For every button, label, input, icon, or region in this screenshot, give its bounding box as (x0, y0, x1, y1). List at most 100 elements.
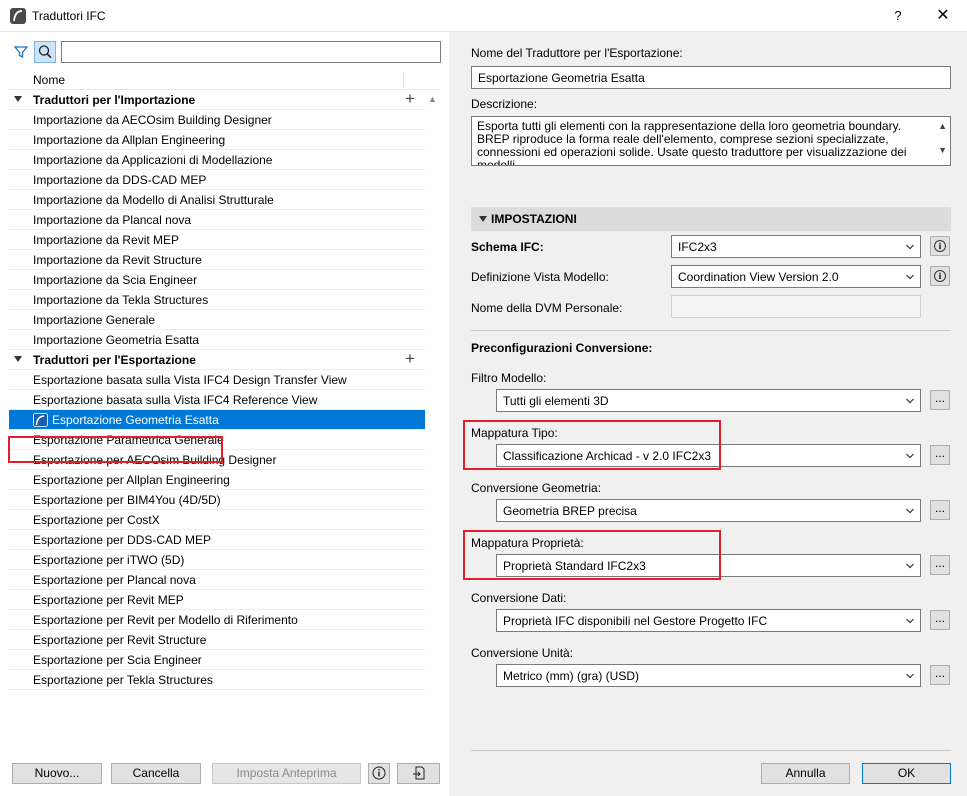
list-item[interactable]: Importazione da Allplan Engineering (9, 130, 425, 150)
help-button[interactable]: ? (885, 4, 911, 28)
list-item-label: Importazione da AECOsim Building Designe… (33, 113, 272, 127)
list-item[interactable]: Esportazione per Allplan Engineering (9, 470, 425, 490)
schema-info-button[interactable]: i (930, 236, 950, 256)
new-button[interactable]: Nuovo... (12, 763, 102, 784)
column-separator[interactable] (403, 72, 404, 88)
select-value: Tutti gli elementi 3D (503, 394, 609, 408)
translator-list-pane: Nome Traduttori per l'Importazione + Imp… (0, 32, 449, 796)
list-item[interactable]: Importazione da Tekla Structures (9, 290, 425, 310)
model-view-definition-select[interactable]: Coordination View Version 2.0 (671, 265, 921, 288)
translator-name-field[interactable]: Esportazione Geometria Esatta (471, 66, 951, 89)
unit-conversion-edit-button[interactable]: ... (930, 665, 950, 685)
list-item-label: Importazione da Scia Engineer (33, 273, 198, 287)
section-collapse-icon[interactable] (479, 216, 487, 222)
list-item[interactable]: Importazione da DDS-CAD MEP (9, 170, 425, 190)
list-item-label: Esportazione per Revit per Modello di Ri… (33, 613, 298, 627)
custom-mvd-name-field[interactable] (671, 295, 921, 318)
list-item[interactable]: Esportazione basata sulla Vista IFC4 Ref… (9, 390, 425, 410)
import-file-button[interactable] (397, 763, 440, 784)
list-item-label: Importazione da DDS-CAD MEP (33, 173, 207, 187)
section-divider (471, 330, 951, 331)
close-button[interactable]: ✕ (930, 4, 956, 28)
search-input[interactable] (61, 41, 441, 63)
list-item[interactable]: Esportazione per DDS-CAD MEP (9, 530, 425, 550)
list-item[interactable]: Esportazione per Revit MEP (9, 590, 425, 610)
list-scrollbar[interactable]: ▲ ▼ (425, 90, 440, 785)
settings-section-header[interactable]: IMPOSTAZIONI (471, 207, 951, 231)
list-item-label: Esportazione per Revit MEP (33, 593, 184, 607)
list-item[interactable]: Importazione Geometria Esatta (9, 330, 425, 350)
cancel-button[interactable]: Annulla (761, 763, 850, 784)
list-item[interactable]: Esportazione per Revit per Modello di Ri… (9, 610, 425, 630)
list-item[interactable]: Importazione da Revit MEP (9, 230, 425, 250)
info-button[interactable] (368, 763, 390, 784)
selection-callout-box (8, 436, 223, 463)
geometry-conversion-select[interactable]: Geometria BREP precisa (496, 499, 921, 522)
set-preview-button[interactable]: Imposta Anteprima (212, 763, 361, 784)
list-item-label: Esportazione per Revit Structure (33, 633, 207, 647)
select-value: IFC2x3 (678, 240, 717, 254)
import-file-icon (412, 766, 424, 780)
list-item[interactable]: Esportazione per BIM4You (4D/5D) (9, 490, 425, 510)
geometry-conversion-edit-button[interactable]: ... (930, 500, 950, 520)
info-icon: i (934, 240, 946, 252)
data-conversion-edit-button[interactable]: ... (930, 610, 950, 630)
list-item-label: Esportazione basata sulla Vista IFC4 Des… (33, 373, 347, 387)
section-title: IMPOSTAZIONI (491, 212, 577, 226)
property-mapping-edit-button[interactable]: ... (930, 555, 950, 575)
ifc-schema-label: Schema IFC: (471, 240, 544, 254)
unit-conversion-select[interactable]: Metrico (mm) (gra) (USD) (496, 664, 921, 687)
list-item[interactable]: Esportazione per Plancal nova (9, 570, 425, 590)
column-name-header[interactable]: Nome (33, 73, 65, 87)
list-item[interactable]: Esportazione per CostX (9, 510, 425, 530)
list-item[interactable]: Importazione da Modello di Analisi Strut… (9, 190, 425, 210)
list-item-label: Importazione da Allplan Engineering (33, 133, 226, 147)
description-label: Descrizione: (471, 97, 538, 111)
list-item[interactable]: Importazione Generale (9, 310, 425, 330)
model-filter-edit-button[interactable]: ... (930, 390, 950, 410)
conversion-presets-label: Preconfigurazioni Conversione: (471, 341, 653, 355)
list-item[interactable]: Importazione da Scia Engineer (9, 270, 425, 290)
ok-button[interactable]: OK (862, 763, 951, 784)
list-item[interactable]: Importazione da AECOsim Building Designe… (9, 110, 425, 130)
list-item[interactable]: Esportazione per iTWO (5D) (9, 550, 425, 570)
pane-splitter[interactable] (449, 32, 461, 796)
model-filter-select[interactable]: Tutti gli elementi 3D (496, 389, 921, 412)
list-item[interactable]: Esportazione basata sulla Vista IFC4 Des… (9, 370, 425, 390)
group-label: Traduttori per l'Importazione (33, 93, 196, 107)
collapse-icon[interactable] (14, 356, 22, 362)
type-mapping-edit-button[interactable]: ... (930, 445, 950, 465)
group-import[interactable]: Traduttori per l'Importazione + (9, 90, 425, 110)
group-export[interactable]: Traduttori per l'Esportazione + (9, 350, 425, 370)
list-column-header: Nome (9, 70, 440, 90)
search-toggle-button[interactable] (34, 41, 56, 63)
list-item[interactable]: Esportazione per Revit Structure (9, 630, 425, 650)
mvd-info-button[interactable]: i (930, 266, 950, 286)
type-mapping-callout-box (463, 420, 721, 470)
model-filter-label: Filtro Modello: (471, 371, 547, 385)
list-item[interactable]: Importazione da Applicazioni di Modellaz… (9, 150, 425, 170)
model-view-definition-label: Definizione Vista Modello: (471, 270, 609, 284)
textarea-scroll-icon[interactable]: ▲ ▼ (938, 120, 947, 156)
list-item[interactable]: Importazione da Plancal nova (9, 210, 425, 230)
list-item[interactable]: Esportazione per Tekla Structures (9, 670, 425, 690)
filter-icon[interactable] (13, 44, 29, 60)
geometry-conversion-label: Conversione Geometria: (471, 481, 602, 495)
description-field[interactable]: Esporta tutti gli elementi con la rappre… (471, 116, 951, 166)
data-conversion-select[interactable]: Proprietà IFC disponibili nel Gestore Pr… (496, 609, 921, 632)
delete-button[interactable]: Cancella (111, 763, 201, 784)
chevron-down-icon (906, 673, 914, 679)
list-item[interactable]: Esportazione per Scia Engineer (9, 650, 425, 670)
list-item-selected[interactable]: Esportazione Geometria Esatta (9, 410, 425, 430)
add-export-translator-icon[interactable]: + (405, 350, 419, 367)
ifc-schema-select[interactable]: IFC2x3 (671, 235, 921, 258)
collapse-icon[interactable] (14, 96, 22, 102)
add-import-translator-icon[interactable]: + (405, 90, 419, 107)
list-item-label: Esportazione per Scia Engineer (33, 653, 202, 667)
chevron-down-icon (906, 453, 914, 459)
scroll-up-icon[interactable]: ▲ (428, 94, 437, 104)
window-title: Traduttori IFC (32, 9, 106, 23)
list-item-label: Esportazione per BIM4You (4D/5D) (33, 493, 221, 507)
list-item[interactable]: Importazione da Revit Structure (9, 250, 425, 270)
info-icon (372, 766, 386, 780)
